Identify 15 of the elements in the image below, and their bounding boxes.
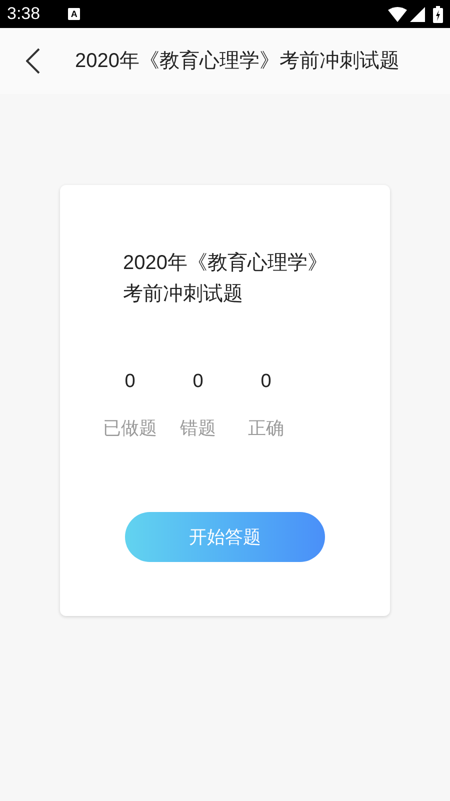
- start-button[interactable]: 开始答题: [125, 512, 325, 562]
- stat-label: 错题: [180, 417, 216, 440]
- stat-value: 0: [192, 370, 204, 394]
- status-time: 3:38: [7, 3, 40, 26]
- stat-label: 正确: [248, 417, 284, 440]
- back-icon: [26, 48, 40, 74]
- battery-icon: [433, 6, 443, 22]
- page-title: 2020年《教育心理学》考前冲刺试题: [75, 49, 400, 74]
- stat-value: 0: [124, 370, 136, 394]
- wifi-icon: [388, 6, 407, 22]
- stat-value: 0: [260, 370, 272, 394]
- notification-icon: A: [68, 8, 80, 20]
- quiz-title: 2020年《教育心理学》考前冲刺试题: [123, 251, 328, 307]
- signal-icon: [410, 6, 425, 22]
- stat-label: 已做题: [103, 417, 157, 440]
